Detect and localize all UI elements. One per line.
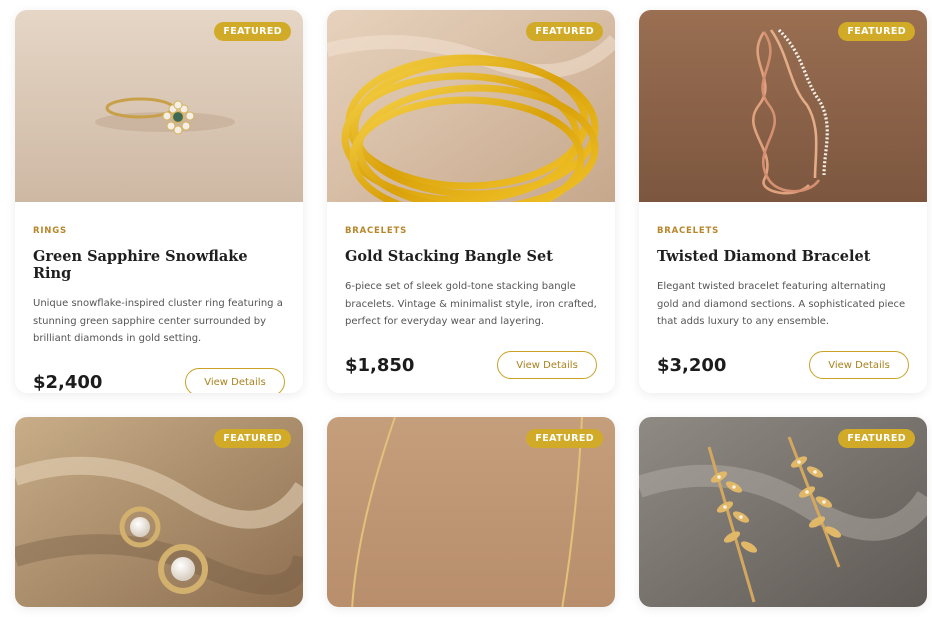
product-card[interactable]: FEATURED — [15, 417, 303, 607]
product-card[interactable]: FEATURED — [327, 417, 615, 607]
product-card[interactable]: FEATURED BRACELETS Gold Stacking Bangle … — [327, 10, 615, 393]
product-image-necklace[interactable]: FEATURED — [327, 417, 615, 607]
product-category: BRACELETS — [345, 226, 407, 236]
product-image-bangles[interactable]: FEATURED — [327, 10, 615, 202]
featured-badge: FEATURED — [526, 22, 603, 41]
view-details-button[interactable]: View Details — [185, 368, 285, 393]
view-details-button[interactable]: View Details — [809, 351, 909, 379]
product-title[interactable]: Gold Stacking Bangle Set — [345, 248, 597, 265]
featured-badge: FEATURED — [214, 22, 291, 41]
product-description: Unique snowflake-inspired cluster ring f… — [33, 298, 283, 344]
product-card[interactable]: FEATURED — [639, 417, 927, 607]
product-image-pearl-earrings[interactable]: FEATURED — [15, 417, 303, 607]
product-title[interactable]: Green Sapphire Snowflake Ring — [33, 248, 285, 282]
product-title[interactable]: Twisted Diamond Bracelet — [657, 248, 909, 265]
featured-badge: FEATURED — [214, 429, 291, 448]
product-description: 6-piece set of sleek gold-tone stacking … — [345, 281, 597, 327]
product-card[interactable]: FEATURED RINGS Green Sapphire Snowflake … — [15, 10, 303, 393]
product-price: $2,400 — [33, 371, 103, 393]
product-card[interactable]: FEATURED BRACELETS Twisted Diamond Brace… — [639, 10, 927, 393]
featured-badge: FEATURED — [838, 22, 915, 41]
product-grid: FEATURED RINGS Green Sapphire Snowflake … — [15, 10, 927, 607]
product-price: $1,850 — [345, 354, 415, 376]
view-details-button[interactable]: View Details — [497, 351, 597, 379]
product-image-leaf-earrings[interactable]: FEATURED — [639, 417, 927, 607]
featured-badge: FEATURED — [526, 429, 603, 448]
product-description: Elegant twisted bracelet featuring alter… — [657, 281, 906, 327]
product-image-ring[interactable]: FEATURED — [15, 10, 303, 202]
product-category: BRACELETS — [657, 226, 719, 236]
product-category: RINGS — [33, 226, 67, 236]
product-image-twisted-bracelet[interactable]: FEATURED — [639, 10, 927, 202]
featured-badge: FEATURED — [838, 429, 915, 448]
product-price: $3,200 — [657, 354, 727, 376]
